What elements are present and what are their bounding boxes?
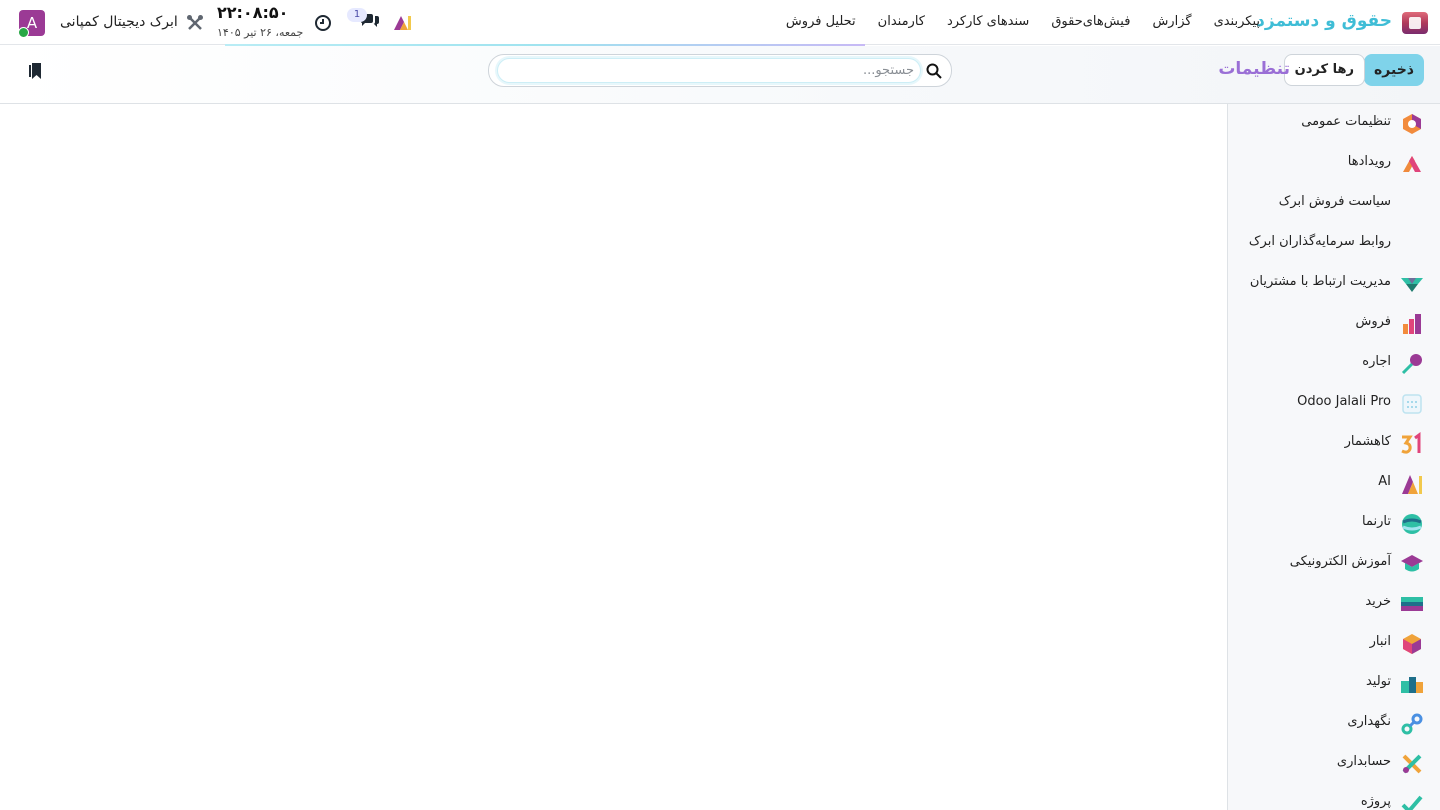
- company-switcher[interactable]: ابرک دیجیتال کمپانی: [60, 14, 178, 30]
- clock-icon[interactable]: [314, 14, 332, 32]
- sidebar-item-label: آموزش الکترونیکی: [1289, 554, 1391, 569]
- sidebar-item-label: سیاست فروش ابرک: [1278, 194, 1391, 209]
- sidebar-item-project[interactable]: پروژه: [1228, 784, 1440, 810]
- maintenance-icon: [1401, 713, 1423, 735]
- sidebar-item-purchase[interactable]: خرید: [1228, 584, 1440, 624]
- tools-icon[interactable]: [186, 14, 204, 32]
- sidebar-item-label: انبار: [1369, 634, 1391, 649]
- control-panel: ذخیره رها کردن تنظیمات: [0, 46, 1440, 104]
- general-settings-icon: [1403, 114, 1421, 134]
- sidebar-item-label: فروش: [1355, 314, 1391, 329]
- apps-menu-icon[interactable]: [1402, 12, 1428, 34]
- search-input[interactable]: [497, 58, 921, 83]
- search-bar: [488, 54, 952, 87]
- menu-item-employees[interactable]: کارمندان: [878, 14, 925, 29]
- sidebar-item-kahshomar[interactable]: کاهشمار: [1228, 424, 1440, 464]
- project-icon: [1401, 795, 1423, 810]
- discard-button[interactable]: رها کردن: [1283, 54, 1365, 86]
- bookmark-icon[interactable]: [29, 62, 43, 80]
- manufacturing-icon: [1401, 677, 1423, 693]
- top-navbar: حقوق و دستمزد تحلیل فروش کارمندان سندهای…: [0, 0, 1440, 46]
- settings-sidebar: تنظیمات عمومی رویدادها سیاست فروش ابرک ر…: [1227, 104, 1440, 810]
- current-date: جمعه، ۲۶ تیر ۱۴۰۵: [217, 26, 304, 39]
- menu-item-reporting[interactable]: گزارش: [1152, 14, 1191, 29]
- sidebar-item-accounting[interactable]: حسابداری: [1228, 744, 1440, 784]
- rental-icon: [1401, 354, 1422, 375]
- sidebar-item-ai[interactable]: AI: [1228, 464, 1440, 504]
- sidebar-item-sales[interactable]: فروش: [1228, 304, 1440, 344]
- sidebar-item-label: تارنما: [1362, 514, 1391, 529]
- save-button[interactable]: ذخیره: [1364, 54, 1424, 86]
- crm-icon: [1401, 278, 1423, 292]
- sidebar-item-label: پروژه: [1360, 794, 1391, 809]
- sidebar-item-label: تنظیمات عمومی: [1301, 114, 1391, 129]
- sidebar-item-website[interactable]: تارنما: [1228, 504, 1440, 544]
- sidebar-item-odoo-jalali-pro[interactable]: Odoo Jalali Pro: [1228, 384, 1440, 424]
- sidebar-item-events[interactable]: رویدادها: [1228, 144, 1440, 184]
- calendar-grid-icon: [1402, 394, 1422, 414]
- current-time: ۲۲:۰۸:۵۰: [217, 3, 289, 22]
- menu-item-sales-analysis[interactable]: تحلیل فروش: [786, 14, 856, 29]
- menu-item-work-entries[interactable]: سندهای کارکرد: [947, 14, 1029, 29]
- sidebar-item-inventory[interactable]: انبار: [1228, 624, 1440, 664]
- online-status-dot: [18, 27, 29, 38]
- settings-content-area: [0, 104, 1227, 810]
- purchase-icon: [1401, 597, 1423, 611]
- sidebar-item-manufacturing[interactable]: تولید: [1228, 664, 1440, 704]
- search-icon[interactable]: [926, 63, 942, 79]
- sidebar-item-label: Odoo Jalali Pro: [1297, 394, 1391, 409]
- kahshomar-icon: [1401, 432, 1421, 454]
- ai-icon: [1402, 475, 1422, 494]
- page-title: تنظیمات: [1218, 59, 1290, 79]
- sales-icon: [1403, 314, 1421, 334]
- elearning-icon: [1401, 555, 1423, 572]
- sidebar-item-label: نگهداری: [1347, 714, 1391, 729]
- sidebar-item-label: مدیریت ارتباط با مشتریان: [1249, 274, 1391, 289]
- sidebar-item-elearning[interactable]: آموزش الکترونیکی: [1228, 544, 1440, 584]
- ai-icon[interactable]: [394, 14, 412, 30]
- sidebar-item-label: تولید: [1365, 674, 1391, 689]
- events-icon: [1403, 156, 1421, 172]
- menu-item-payslips[interactable]: فیش‌های‌حقوق: [1051, 14, 1130, 29]
- sidebar-item-label: خرید: [1365, 594, 1391, 609]
- website-icon: [1402, 514, 1422, 534]
- sidebar-item-label: اجاره: [1362, 354, 1391, 369]
- sidebar-item-label: کاهشمار: [1344, 434, 1391, 449]
- app-brand[interactable]: حقوق و دستمزد: [1256, 11, 1392, 31]
- sidebar-item-label: رویدادها: [1347, 154, 1391, 169]
- main-menu: تحلیل فروش کارمندان سندهای کارکرد فیش‌ها…: [786, 14, 1260, 29]
- sidebar-item-investor-relations[interactable]: روابط سرمایه‌گذاران ابرک: [1228, 224, 1440, 264]
- sidebar-item-label: حسابداری: [1336, 754, 1391, 769]
- sidebar-item-maintenance[interactable]: نگهداری: [1228, 704, 1440, 744]
- accounting-icon: [1402, 754, 1422, 774]
- chat-count-badge: 1: [347, 8, 367, 22]
- menu-item-configuration[interactable]: پیکربندی: [1214, 14, 1260, 29]
- sidebar-item-crm[interactable]: مدیریت ارتباط با مشتریان: [1228, 264, 1440, 304]
- sidebar-item-label: روابط سرمایه‌گذاران ابرک: [1248, 234, 1391, 249]
- sidebar-item-label: AI: [1378, 474, 1391, 489]
- inventory-icon: [1403, 634, 1421, 654]
- sidebar-item-rental[interactable]: اجاره: [1228, 344, 1440, 384]
- sidebar-item-general-settings[interactable]: تنظیمات عمومی: [1228, 104, 1440, 144]
- sidebar-item-sales-policy[interactable]: سیاست فروش ابرک: [1228, 184, 1440, 224]
